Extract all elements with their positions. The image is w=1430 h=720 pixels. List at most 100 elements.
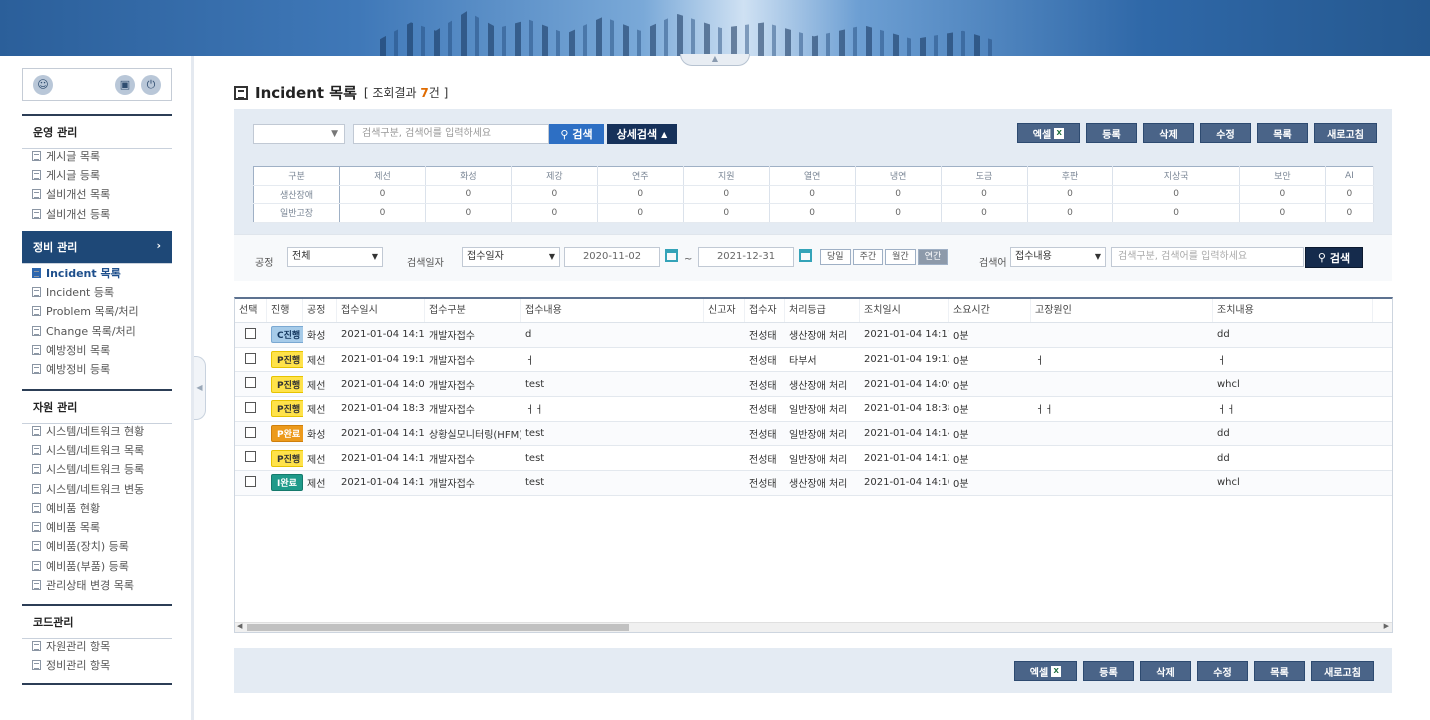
- cell-action-at: 2021-01-04 14:14: [864, 428, 949, 440]
- date-type-select[interactable]: 접수일자 ▼: [462, 247, 560, 267]
- menu-item[interactable]: 정비관리 항목: [32, 655, 182, 674]
- document-edit-icon: [32, 541, 41, 552]
- scroll-left-icon[interactable]: ◀: [237, 622, 242, 630]
- refresh-button[interactable]: 새로고침: [1311, 661, 1374, 681]
- register-button[interactable]: 등록: [1083, 661, 1134, 681]
- excel-button[interactable]: 엑셀 X: [1014, 661, 1077, 681]
- period-week-button[interactable]: 주간: [852, 249, 884, 265]
- keyword-input[interactable]: 검색구분, 검색어를 입력하세요: [1111, 247, 1304, 267]
- period-year-button[interactable]: 연간: [917, 249, 949, 265]
- keyword-type-select[interactable]: 접수내용 ▼: [1010, 247, 1106, 267]
- document-icon: [32, 502, 41, 513]
- calendar-icon[interactable]: [665, 249, 678, 262]
- menu-item[interactable]: 시스템/네트워크 현황: [32, 421, 182, 440]
- detail-search-button[interactable]: ⚲ 검색: [1305, 247, 1363, 268]
- menu-item[interactable]: 시스템/네트워크 목록: [32, 440, 182, 459]
- excel-icon: X: [1054, 127, 1065, 139]
- menu-item[interactable]: Problem 목록/처리: [32, 302, 182, 321]
- menu-item[interactable]: 예비품 목록: [32, 517, 182, 536]
- status-cell: P진행: [267, 375, 303, 393]
- menu-item[interactable]: 설비개선 등록: [32, 204, 182, 223]
- calendar-icon[interactable]: [799, 249, 812, 262]
- row-checkbox[interactable]: [245, 377, 256, 389]
- edit-button[interactable]: 수정: [1197, 661, 1248, 681]
- section-title-code[interactable]: 코드관리: [22, 604, 172, 639]
- scroll-right-icon[interactable]: ▶: [1384, 622, 1389, 630]
- cell-content: test: [525, 428, 545, 440]
- row-checkbox[interactable]: [245, 475, 256, 487]
- date-from-input[interactable]: 2020-11-02: [564, 247, 660, 267]
- keyword-label: 검색어: [979, 258, 1007, 269]
- search-button[interactable]: ⚲ 검색: [549, 124, 604, 144]
- status-badge: P진행: [271, 351, 303, 369]
- menu-item[interactable]: Incident 등록: [32, 282, 182, 301]
- cell-grade: 생산장애 처리: [789, 331, 848, 343]
- document-icon: [32, 150, 41, 161]
- table-row[interactable]: P진행 제선 2021-01-04 14:09 개발자접수 test 전성태 생산장애 처리…: [235, 372, 1392, 398]
- menu-item-incident-list[interactable]: Incident 목록: [32, 263, 182, 282]
- section-title-operation[interactable]: 운영 관리: [22, 114, 172, 149]
- menu-item[interactable]: 시스템/네트워크 변동: [32, 479, 182, 498]
- grid-header: 선택 진행 공정 접수일시 접수구분 접수내용 신고자 접수자 처리등급 조치일…: [235, 299, 1392, 323]
- date-to-input[interactable]: 2021-12-31: [698, 247, 794, 267]
- register-button[interactable]: 등록: [1086, 123, 1137, 143]
- cell-action-at: 2021-01-04 18:38: [864, 403, 949, 415]
- search-input[interactable]: 검색구분, 검색어를 입력하세요: [353, 124, 549, 144]
- refresh-button[interactable]: 새로고침: [1314, 123, 1377, 143]
- edit-button[interactable]: 수정: [1200, 123, 1251, 143]
- row-checkbox[interactable]: [245, 327, 256, 339]
- list-button[interactable]: 목록: [1257, 123, 1308, 143]
- menu-item[interactable]: 게시글 등록: [32, 165, 182, 184]
- menu-item[interactable]: 예방정비 등록: [32, 359, 182, 378]
- user-box: ☺ ▣ ⏻: [22, 68, 172, 101]
- search-icon: ⚲: [1317, 251, 1326, 264]
- horizontal-scrollbar[interactable]: ◀ ▶: [235, 622, 1392, 632]
- cell-process: 화성: [307, 430, 326, 442]
- menu-item[interactable]: 자원관리 항목: [32, 636, 182, 655]
- process-select[interactable]: 전체 ▼: [287, 247, 383, 267]
- excel-button[interactable]: 엑셀 X: [1017, 123, 1080, 143]
- user-icon[interactable]: ☺: [33, 74, 53, 95]
- row-checkbox[interactable]: [245, 426, 256, 438]
- section-title-resources[interactable]: 자원 관리: [22, 389, 172, 424]
- menu-item[interactable]: 예방정비 목록: [32, 340, 182, 359]
- menu-item[interactable]: 설비개선 목록: [32, 185, 182, 204]
- page-title: Incident 목록 [ 조회결과 7건 ]: [234, 82, 448, 103]
- list-button[interactable]: 목록: [1254, 661, 1305, 681]
- period-today-button[interactable]: 당일: [820, 249, 851, 265]
- lock-icon[interactable]: ▣: [115, 74, 135, 95]
- section-title-maintenance[interactable]: 정비 관리 ›: [22, 231, 172, 264]
- row-checkbox[interactable]: [245, 401, 256, 413]
- table-row[interactable]: C진행 화성 2021-01-04 14:11 개발자접수 d 전성태 생산장애 처리 202…: [235, 323, 1392, 348]
- menu-item[interactable]: 관리상태 변경 목록: [32, 575, 182, 594]
- menu-item[interactable]: 게시글 목록: [32, 146, 182, 165]
- menu-item[interactable]: Change 목록/처리: [32, 321, 182, 340]
- search-type-select[interactable]: ▼: [253, 124, 345, 144]
- table-row[interactable]: I완료 제선 2021-01-04 14:10 개발자접수 test 전성태 생산장애 처리…: [235, 471, 1392, 496]
- delete-button[interactable]: 삭제: [1140, 661, 1191, 681]
- menu-item[interactable]: 예비품(장치) 등록: [32, 537, 182, 556]
- table-row[interactable]: P진행 제선 2021-01-04 14:12 개발자접수 test 전성태 일반장애 처리…: [235, 446, 1392, 472]
- cell-content: test: [525, 452, 545, 464]
- menu-item[interactable]: 예비품 현황: [32, 498, 182, 517]
- row-checkbox[interactable]: [245, 352, 256, 364]
- delete-button[interactable]: 삭제: [1143, 123, 1194, 143]
- scrollbar-thumb[interactable]: [247, 624, 629, 631]
- period-month-button[interactable]: 월간: [885, 249, 916, 265]
- advanced-search-button[interactable]: 상세검색 ▲: [607, 124, 677, 144]
- cell-type: 개발자접수: [429, 405, 475, 417]
- menu-item[interactable]: 시스템/네트워크 등록: [32, 460, 182, 479]
- row-checkbox[interactable]: [245, 451, 256, 463]
- document-icon: [32, 444, 41, 455]
- menu-item[interactable]: 예비품(부품) 등록: [32, 556, 182, 575]
- table-row[interactable]: P진행 제선 2021-01-04 18:38 개발자접수 ㅓㅓ 전성태 일반장애 처리 20…: [235, 397, 1392, 422]
- header-collapse-toggle[interactable]: ▲: [680, 54, 750, 66]
- sidebar-collapse-handle[interactable]: ◀: [194, 356, 206, 420]
- excel-icon: X: [1051, 665, 1062, 677]
- table-row[interactable]: P진행 제선 2021-01-04 19:12 개발자접수 ㅓ 전성태 타부서 2021-01…: [235, 348, 1392, 373]
- document-edit-icon: [32, 169, 41, 180]
- top-action-buttons: 엑셀 X 등록 삭제 수정 목록 새로고침: [1017, 123, 1377, 143]
- table-row[interactable]: P완료 화성 2021-01-04 14:14 상황실모니터링(HFM) test 전성태…: [235, 421, 1392, 447]
- cell-duration: 0분: [953, 430, 969, 442]
- power-icon[interactable]: ⏻: [141, 74, 161, 95]
